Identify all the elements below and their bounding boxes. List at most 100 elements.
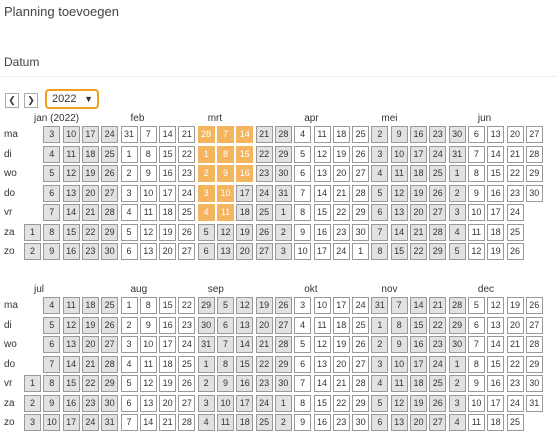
day-cell[interactable]: 2 [448,375,466,392]
day-cell[interactable]: 29 [274,355,292,373]
day-cell[interactable]: 15 [236,355,254,373]
day-cell[interactable]: 26 [429,394,447,412]
day-cell[interactable]: 21 [178,126,196,143]
day-cell[interactable]: 22 [410,243,427,260]
day-cell[interactable]: 26 [274,297,292,314]
day-cell[interactable]: 5 [294,336,312,353]
day-cell[interactable]: 10 [390,145,408,163]
day-cell[interactable]: 6 [197,243,215,260]
day-cell[interactable]: 17 [487,204,505,221]
day-cell[interactable]: 27 [352,165,370,182]
day-cell[interactable]: 31 [101,414,119,431]
day-cell[interactable]: 20 [410,204,427,221]
day-cell[interactable]: 18 [332,126,350,143]
day-cell[interactable]: 13 [139,243,157,260]
day-cell[interactable]: 26 [101,316,119,334]
day-cell[interactable]: 24 [178,336,196,353]
day-cell[interactable]: 3 [24,414,41,431]
day-cell[interactable]: 29 [352,394,370,412]
day-cell[interactable]: 7 [120,414,138,431]
day-cell[interactable]: 4 [120,204,138,221]
day-cell[interactable]: 24 [332,243,350,260]
day-cell[interactable]: 30 [101,243,119,260]
day-cell[interactable]: 19 [332,145,350,163]
day-cell[interactable]: 19 [81,316,99,334]
day-cell[interactable]: 7 [467,336,485,353]
day-cell[interactable]: 24 [101,126,119,143]
day-cell[interactable]: 9 [390,336,408,353]
day-cell[interactable]: 30 [525,184,543,202]
day-cell[interactable]: 7 [217,336,234,353]
day-cell[interactable]: 20 [159,243,177,260]
day-cell[interactable]: 28 [274,126,292,143]
day-cell[interactable]: 5 [371,394,389,412]
day-cell[interactable]: 6 [371,414,389,431]
day-cell[interactable]: 25 [506,223,524,241]
day-cell[interactable]: 23 [429,126,447,143]
day-cell[interactable]: 19 [487,243,505,260]
day-cell[interactable]: 17 [159,184,177,202]
day-cell[interactable]: 16 [487,375,505,392]
day-cell[interactable]: 29 [197,297,215,314]
day-cell[interactable]: 16 [410,336,427,353]
day-cell[interactable]: 28 [429,223,447,241]
day-cell[interactable]: 10 [139,184,157,202]
day-cell[interactable]: 19 [410,394,427,412]
day-cell[interactable]: 30 [448,336,466,353]
day-cell[interactable]: 20 [332,165,350,182]
day-cell[interactable]: 2 [274,414,292,431]
day-cell[interactable]: 4 [371,165,389,182]
day-cell[interactable]: 13 [139,394,157,412]
day-cell[interactable]: 19 [159,375,177,392]
day-cell[interactable]: 3 [120,336,138,353]
day-cell[interactable]: 11 [467,223,485,241]
day-cell[interactable]: 25 [429,165,447,182]
day-cell[interactable]: 7 [390,297,408,314]
day-cell[interactable]: 20 [332,355,350,373]
day-cell[interactable]: 22 [506,355,524,373]
day-cell[interactable]: 6 [120,394,138,412]
day-cell[interactable]: 18 [159,204,177,221]
day-cell[interactable]: 23 [429,336,447,353]
day-cell[interactable]: 15 [410,316,427,334]
day-cell[interactable]: 24 [81,414,99,431]
day-cell[interactable]: 31 [274,184,292,202]
day-cell[interactable]: 17 [236,184,254,202]
day-cell[interactable]: 31 [525,394,543,412]
day-cell[interactable]: 10 [467,394,485,412]
day-cell[interactable]: 23 [506,184,524,202]
day-cell[interactable]: 18 [410,375,427,392]
day-cell[interactable]: 28 [448,297,466,314]
day-cell[interactable]: 12 [139,223,157,241]
day-cell[interactable]: 9 [139,316,157,334]
day-cell[interactable]: 5 [197,223,215,241]
day-cell[interactable]: 26 [101,165,119,182]
day-cell[interactable]: 19 [332,336,350,353]
day-cell[interactable]: 15 [313,204,331,221]
day-cell[interactable]: 4 [371,375,389,392]
day-cell[interactable]: 8 [467,165,485,182]
day-cell[interactable]: 22 [332,204,350,221]
day-cell[interactable]: 31 [197,336,215,353]
day-cell[interactable]: 20 [159,394,177,412]
day-cell[interactable]: 10 [294,243,312,260]
day-cell[interactable]: 2 [24,394,41,412]
day-cell[interactable]: 12 [313,145,331,163]
day-cell[interactable]: 19 [506,297,524,314]
day-cell[interactable]: 30 [525,375,543,392]
day-cell[interactable]: 21 [159,414,177,431]
day-cell[interactable]: 24 [429,145,447,163]
day-cell[interactable]: 23 [255,375,273,392]
day-cell[interactable]: 16 [313,414,331,431]
day-cell[interactable]: 27 [525,316,543,334]
day-cell[interactable]: 2 [448,184,466,202]
day-cell[interactable]: 23 [506,375,524,392]
day-cell[interactable]: 20 [81,336,99,353]
day-cell[interactable]: 6 [371,204,389,221]
day-cell[interactable]: 16 [313,223,331,241]
day-cell[interactable]: 5 [448,243,466,260]
day-cell[interactable]: 29 [352,204,370,221]
day-cell[interactable]: 18 [410,165,427,182]
day-cell[interactable]: 26 [429,184,447,202]
day-cell[interactable]: 11 [217,204,234,221]
